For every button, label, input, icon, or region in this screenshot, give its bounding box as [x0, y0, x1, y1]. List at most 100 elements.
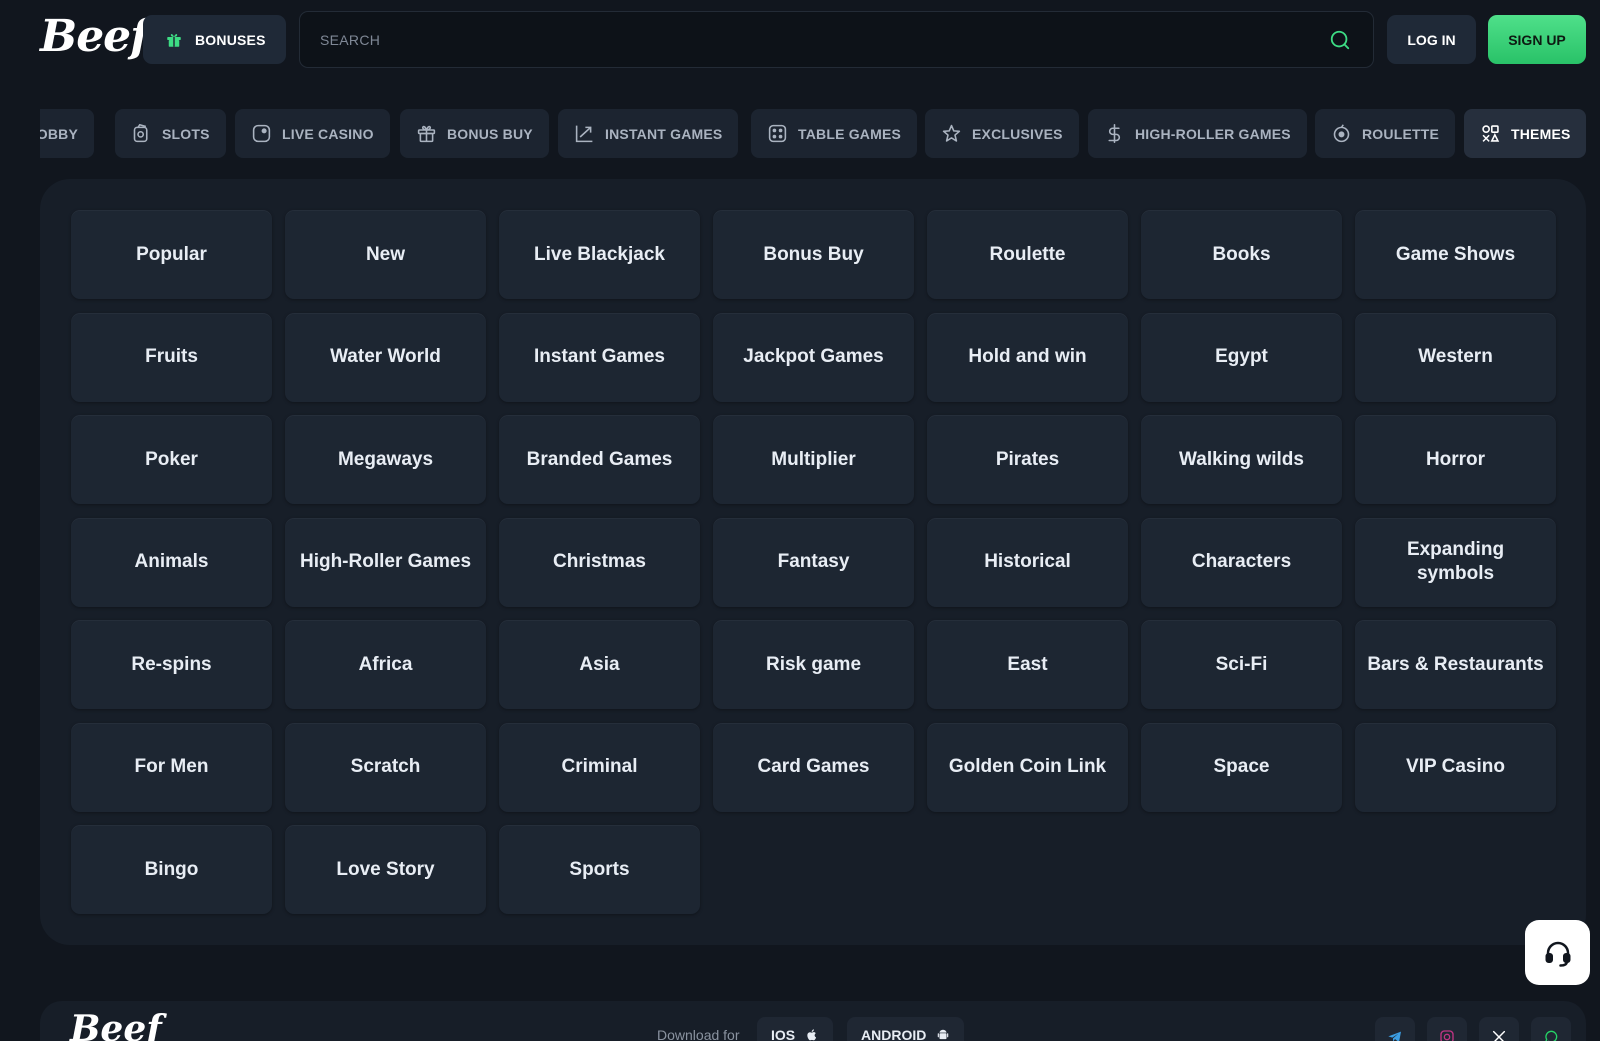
- roulette-icon: [1333, 124, 1350, 143]
- theme-tile[interactable]: Bingo: [71, 825, 272, 914]
- ios-label: IOS: [771, 1027, 796, 1041]
- theme-tile[interactable]: Asia: [499, 620, 700, 709]
- theme-tile[interactable]: Roulette: [927, 210, 1128, 299]
- category-slots[interactable]: SLOTS: [115, 109, 226, 158]
- x-icon: [1492, 1030, 1506, 1041]
- category-instant-games[interactable]: INSTANT GAMES: [558, 109, 739, 158]
- theme-tile[interactable]: Golden Coin Link: [927, 722, 1128, 812]
- bonuses-button[interactable]: BONUSES: [143, 15, 286, 64]
- theme-tile[interactable]: Megaways: [285, 415, 486, 504]
- category-table-games[interactable]: TABLE GAMES: [751, 109, 918, 158]
- theme-tile[interactable]: Space: [1141, 722, 1342, 812]
- signup-button[interactable]: SIGN UP: [1488, 15, 1586, 64]
- theme-tile[interactable]: Re-spins: [71, 620, 272, 709]
- theme-tile[interactable]: Criminal: [499, 722, 700, 812]
- theme-tile[interactable]: Live Blackjack: [499, 210, 700, 299]
- theme-tile[interactable]: Pirates: [927, 415, 1128, 504]
- theme-tile[interactable]: Popular: [71, 210, 272, 299]
- gift-icon: [417, 125, 436, 143]
- category-label: ROULETTE: [1362, 125, 1440, 142]
- category-high-roller-games[interactable]: HIGH-ROLLER GAMES: [1088, 109, 1307, 158]
- theme-tile[interactable]: Jackpot Games: [713, 312, 914, 402]
- category-lobby[interactable]: LOBBY: [40, 109, 94, 158]
- category-label: LIVE CASINO: [282, 125, 374, 142]
- gift-icon: [167, 33, 181, 47]
- android-icon: [938, 1029, 949, 1040]
- search-bar[interactable]: [299, 11, 1374, 68]
- theme-tile[interactable]: Fantasy: [713, 517, 914, 607]
- ios-download-button[interactable]: IOS: [757, 1017, 834, 1041]
- search-input[interactable]: [320, 31, 1320, 48]
- theme-tile[interactable]: Instant Games: [499, 312, 700, 402]
- category-live-casino[interactable]: LIVE CASINO: [235, 109, 390, 158]
- theme-tile[interactable]: Risk game: [713, 620, 914, 709]
- instagram-icon: [1440, 1030, 1454, 1041]
- theme-tile[interactable]: Christmas: [499, 517, 700, 607]
- instagram-button[interactable]: [1427, 1017, 1467, 1041]
- category-label: HIGH-ROLLER GAMES: [1135, 125, 1291, 142]
- themes-panel: Popular New Live Blackjack Bonus Buy Roulett…: [40, 179, 1586, 945]
- theme-tile[interactable]: Animals: [71, 517, 272, 607]
- category-roulette[interactable]: ROULETTE: [1315, 109, 1456, 158]
- theme-tile[interactable]: Africa: [285, 620, 486, 709]
- category-nav: LOBBY SLOTS LIVE CASINO BONUS BUY INSTAN…: [40, 109, 1586, 159]
- theme-tile[interactable]: Love Story: [285, 825, 486, 914]
- search-icon[interactable]: [1329, 29, 1351, 51]
- slots-icon: [133, 123, 148, 143]
- category-themes[interactable]: THEMES: [1464, 109, 1586, 158]
- theme-tile[interactable]: New: [285, 210, 486, 299]
- theme-tile[interactable]: VIP Casino: [1355, 722, 1556, 812]
- login-button[interactable]: LOG IN: [1387, 15, 1476, 64]
- theme-tile[interactable]: Card Games: [713, 722, 914, 812]
- headset-icon: [1545, 941, 1570, 967]
- theme-tile[interactable]: Bonus Buy: [713, 210, 914, 299]
- footer: Beef Download for IOS ANDROID: [40, 1001, 1586, 1041]
- header: Beef BONUSES LOG IN SIGN UP: [0, 0, 1600, 80]
- theme-tile[interactable]: Water World: [285, 312, 486, 402]
- theme-tile[interactable]: Western: [1355, 312, 1556, 402]
- dollar-icon: [1108, 123, 1121, 144]
- theme-tile[interactable]: Branded Games: [499, 415, 700, 504]
- category-label: THEMES: [1511, 125, 1571, 142]
- theme-tile[interactable]: Characters: [1141, 517, 1342, 607]
- theme-tile[interactable]: Walking wilds: [1141, 415, 1342, 504]
- category-label: LOBBY: [40, 125, 78, 142]
- theme-tile[interactable]: Scratch: [285, 722, 486, 812]
- whatsapp-button[interactable]: [1531, 1017, 1571, 1041]
- theme-tile[interactable]: Multiplier: [713, 415, 914, 504]
- category-exclusives[interactable]: EXCLUSIVES: [925, 109, 1079, 158]
- telegram-icon: [1388, 1031, 1401, 1041]
- star-icon: [942, 124, 961, 142]
- android-download-button[interactable]: ANDROID: [847, 1017, 965, 1041]
- theme-tile[interactable]: Bars & Restaurants: [1355, 620, 1556, 709]
- bonuses-label: BONUSES: [195, 31, 266, 48]
- theme-tile[interactable]: Egypt: [1141, 312, 1342, 402]
- category-label: EXCLUSIVES: [972, 125, 1063, 142]
- theme-tile[interactable]: Sports: [499, 825, 700, 914]
- theme-tile[interactable]: Books: [1141, 210, 1342, 299]
- theme-tile[interactable]: Horror: [1355, 415, 1556, 504]
- theme-tile[interactable]: Expanding symbols: [1355, 517, 1556, 607]
- live-casino-icon: [252, 124, 271, 143]
- theme-tile[interactable]: Historical: [927, 517, 1128, 607]
- theme-tile[interactable]: Hold and win: [927, 312, 1128, 402]
- theme-tile[interactable]: Fruits: [71, 312, 272, 402]
- support-chat-button[interactable]: [1525, 920, 1590, 985]
- x-button[interactable]: [1479, 1017, 1519, 1041]
- theme-tile[interactable]: Poker: [71, 415, 272, 504]
- theme-tile[interactable]: For Men: [71, 722, 272, 812]
- download-label: Download for: [657, 1027, 740, 1041]
- category-label: TABLE GAMES: [798, 125, 902, 142]
- category-label: INSTANT GAMES: [605, 125, 723, 142]
- category-bonus-buy[interactable]: BONUS BUY: [400, 109, 549, 158]
- footer-logo[interactable]: Beef: [70, 1009, 162, 1041]
- apple-icon: [807, 1029, 817, 1041]
- dice-icon: [768, 124, 787, 143]
- theme-tile[interactable]: Game Shows: [1355, 210, 1556, 299]
- theme-tile[interactable]: Sci-Fi: [1141, 620, 1342, 709]
- theme-tile[interactable]: East: [927, 620, 1128, 709]
- theme-tile[interactable]: High-Roller Games: [285, 517, 486, 607]
- logo[interactable]: Beef: [40, 12, 149, 62]
- telegram-button[interactable]: [1375, 1017, 1415, 1041]
- themes-icon: [1482, 125, 1500, 142]
